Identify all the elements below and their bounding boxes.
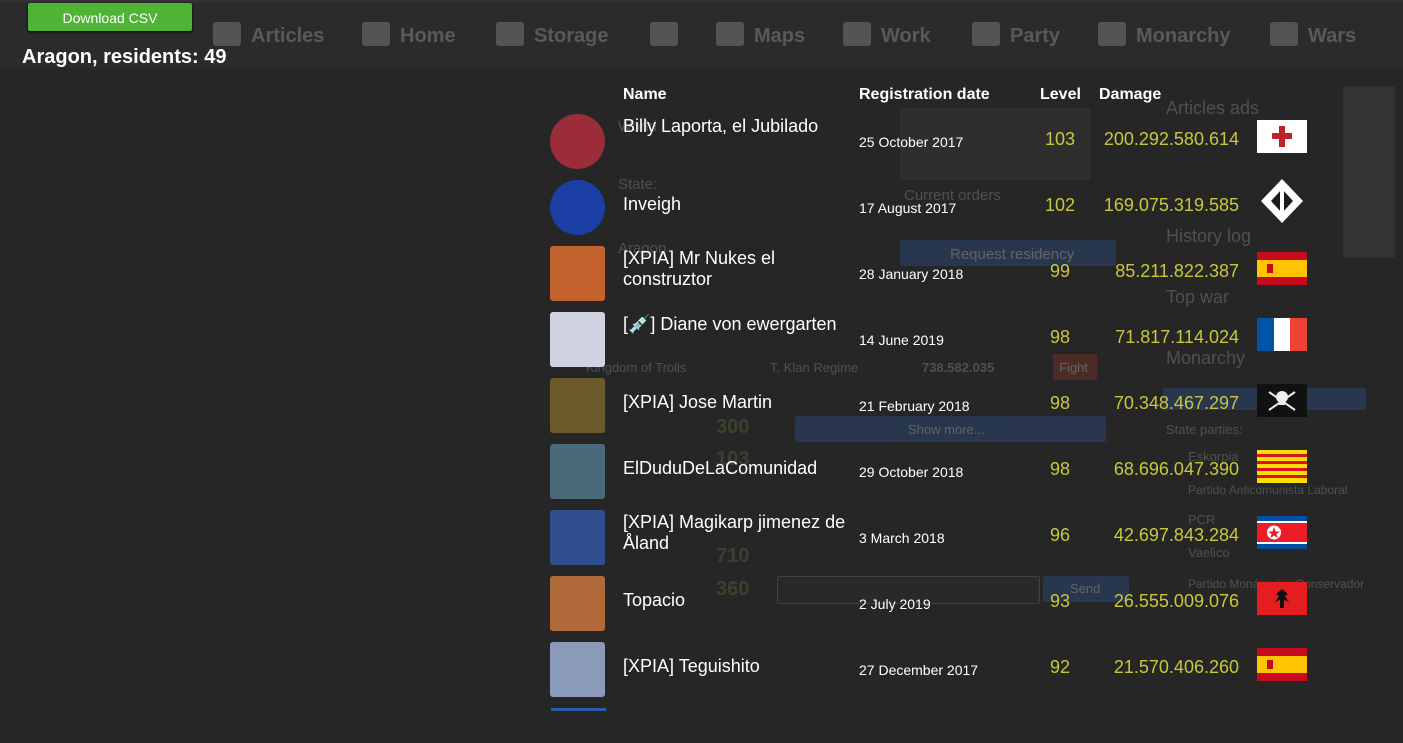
resident-level: 98	[1049, 327, 1071, 347]
resident-damage: 169.075.319.585	[1103, 195, 1239, 215]
registration-date: 2 July 2019	[859, 596, 931, 612]
table-row: [XPIA] Teguishito 27 December 2017 92 21.57…	[550, 635, 1320, 701]
resident-level: 92	[1049, 657, 1071, 677]
table-row: ElDuduDeLaComunidad 29 October 2018 98 68.6…	[550, 437, 1320, 503]
resident-level: 93	[1049, 591, 1071, 611]
resident-damage: 68.696.047.390	[1113, 459, 1239, 479]
resident-name-link[interactable]: [XPIA] Jose Martin	[623, 392, 848, 413]
pirate-flag-icon[interactable]	[1257, 384, 1307, 417]
resident-damage: 42.697.843.284	[1113, 525, 1239, 545]
spain-flag-icon[interactable]	[1257, 252, 1307, 285]
resident-name-link[interactable]: Topacio	[623, 590, 848, 611]
table-row: [XPIA] Jose Martin 21 February 2018 98 70.3…	[550, 371, 1320, 437]
resident-level: 103	[1044, 129, 1076, 149]
resident-level: 99	[1049, 261, 1071, 281]
registration-date: 17 August 2017	[859, 200, 957, 216]
avatar[interactable]	[550, 642, 605, 697]
avatar[interactable]	[550, 312, 605, 367]
resident-name-link[interactable]: Billy Laporta, el Jubilado	[623, 116, 848, 137]
resident-name-link[interactable]: [XPIA] Mr Nukes el construztor	[623, 248, 848, 290]
table-row: Inveigh 17 August 2017 102 169.075.319.585	[550, 173, 1320, 239]
registration-date: 28 January 2018	[859, 266, 964, 282]
avatar[interactable]	[550, 246, 605, 301]
resident-name-link[interactable]: [XPIA] Magikarp jimenez de Åland	[623, 512, 848, 554]
avatar[interactable]	[550, 378, 605, 433]
registration-date: 3 March 2018	[859, 530, 945, 546]
table-row: [XPIA] Magikarp jimenez de Åland 3 March …	[550, 503, 1320, 569]
catalonia-flag-icon[interactable]	[1257, 450, 1307, 483]
avatar[interactable]	[550, 114, 605, 169]
spain-flag-icon[interactable]	[1257, 648, 1307, 681]
resident-damage: 85.211.822.387	[1115, 261, 1239, 281]
resident-damage: 21.570.406.260	[1113, 657, 1239, 677]
avatar[interactable]	[550, 180, 605, 235]
registration-date: 25 October 2017	[859, 134, 964, 150]
next-row-avatar-edge	[551, 708, 606, 711]
resident-level: 102	[1044, 195, 1076, 215]
avatar[interactable]	[550, 444, 605, 499]
registration-date: 27 December 2017	[859, 662, 979, 678]
resident-damage: 70.348.467.297	[1113, 393, 1239, 413]
resident-level: 96	[1049, 525, 1071, 545]
residents-overlay: Download CSV Aragon, residents: 49 Name …	[0, 0, 1403, 743]
column-header-level[interactable]: Level	[1040, 86, 1081, 104]
registration-date: 14 June 2019	[859, 332, 944, 348]
resident-name-link[interactable]: ElDuduDeLaComunidad	[623, 458, 848, 479]
resident-level: 98	[1049, 459, 1071, 479]
column-header-damage[interactable]: Damage	[1099, 86, 1161, 104]
page-title: Aragon, residents: 49	[22, 46, 227, 68]
albania-flag-icon[interactable]	[1257, 582, 1307, 615]
resident-damage: 200.292.580.614	[1103, 129, 1239, 149]
registration-date: 21 February 2018	[859, 398, 970, 414]
templar-flag-icon[interactable]	[1257, 120, 1307, 153]
column-header-registration-date[interactable]: Registration date	[859, 86, 990, 104]
table-row: [XPIA] Mr Nukes el construztor 28 January…	[550, 239, 1320, 305]
table-row: [💉] Diane von ewergarten 14 June 2019 98 71…	[550, 305, 1320, 371]
avatar[interactable]	[550, 576, 605, 631]
registration-date: 29 October 2018	[859, 464, 964, 480]
france-flag-icon[interactable]	[1257, 318, 1307, 351]
resident-name-link[interactable]: [XPIA] Teguishito	[623, 656, 848, 677]
column-header-name[interactable]: Name	[623, 86, 667, 104]
northkorea-flag-icon[interactable]	[1257, 516, 1307, 549]
resident-name-link[interactable]: Inveigh	[623, 194, 848, 215]
resident-level: 98	[1049, 393, 1071, 413]
emblem-flag-icon[interactable]	[1257, 177, 1307, 227]
download-csv-button[interactable]: Download CSV	[28, 3, 192, 31]
table-row: Billy Laporta, el Jubilado 25 October 201…	[550, 107, 1320, 173]
resident-damage: 26.555.009.076	[1113, 591, 1239, 611]
resident-damage: 71.817.114.024	[1115, 327, 1239, 347]
table-row: Topacio 2 July 2019 93 26.555.009.076	[550, 569, 1320, 635]
avatar[interactable]	[550, 510, 605, 565]
resident-name-link[interactable]: [💉] Diane von ewergarten	[623, 314, 848, 335]
